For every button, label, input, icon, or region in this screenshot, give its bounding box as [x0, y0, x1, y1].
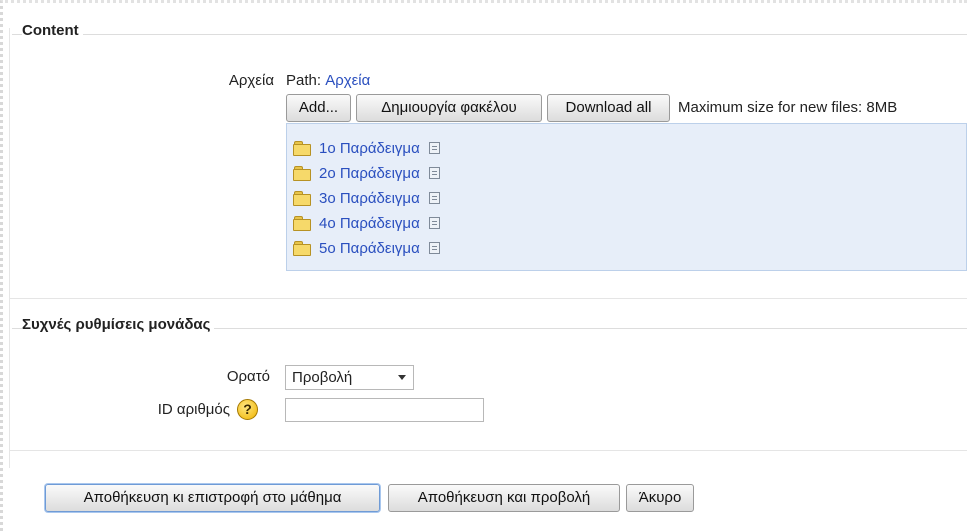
folder-name[interactable]: 2ο Παράδειγμα	[319, 165, 420, 182]
content-heading: Content	[22, 22, 83, 39]
id-number-label: ID αριθμός	[157, 401, 230, 418]
filemanager-area[interactable]: 1ο Παράδειγμα 2ο Παράδειγμα 3ο Παράδειγμ…	[286, 123, 967, 271]
context-menu-icon[interactable]	[428, 217, 440, 229]
help-icon[interactable]: ?	[237, 399, 258, 420]
chevron-down-icon	[398, 375, 406, 380]
folder-icon	[293, 141, 311, 156]
section-divider	[10, 298, 967, 299]
visible-label: Ορατό	[226, 368, 270, 385]
create-folder-button[interactable]: Δημιουργία φακέλου	[356, 94, 542, 122]
visible-select-value: Προβολή	[292, 369, 353, 386]
context-menu-icon[interactable]	[428, 142, 440, 154]
section-divider	[10, 450, 967, 451]
folder-icon	[293, 166, 311, 181]
file-list-item[interactable]: 3ο Παράδειγμα	[293, 187, 440, 209]
folder-name[interactable]: 1ο Παράδειγμα	[319, 140, 420, 157]
max-size-text: Maximum size for new files: 8MB	[678, 99, 898, 116]
folder-icon	[293, 241, 311, 256]
download-all-button[interactable]: Download all	[547, 94, 670, 122]
save-and-display-button[interactable]: Αποθήκευση και προβολή	[388, 484, 620, 512]
context-menu-icon[interactable]	[428, 192, 440, 204]
save-and-return-button[interactable]: Αποθήκευση κι επιστροφή στο μάθημα	[45, 484, 380, 512]
folder-icon	[293, 216, 311, 231]
file-list-item[interactable]: 2ο Παράδειγμα	[293, 162, 440, 184]
cancel-button[interactable]: Άκυρο	[626, 484, 694, 512]
content-legend-line	[12, 34, 967, 35]
file-list-item[interactable]: 5ο Παράδειγμα	[293, 237, 440, 259]
path-prefix: Path:	[286, 72, 322, 89]
folder-icon	[293, 191, 311, 206]
fieldset-left-border	[9, 28, 10, 468]
files-label: Αρχεία	[228, 72, 274, 89]
folder-name[interactable]: 5ο Παράδειγμα	[319, 240, 420, 257]
common-settings-heading: Συχνές ρυθμίσεις μονάδας	[22, 316, 215, 333]
context-menu-icon[interactable]	[428, 167, 440, 179]
path-link[interactable]: Αρχεία	[325, 72, 370, 89]
file-list-item[interactable]: 4ο Παράδειγμα	[293, 212, 440, 234]
id-number-input[interactable]	[285, 398, 484, 422]
add-file-button[interactable]: Add...	[286, 94, 351, 122]
filemanager-path: Path: Αρχεία	[286, 72, 370, 89]
visible-select[interactable]: Προβολή	[285, 365, 414, 390]
folder-name[interactable]: 3ο Παράδειγμα	[319, 190, 420, 207]
folder-name[interactable]: 4ο Παράδειγμα	[319, 215, 420, 232]
context-menu-icon[interactable]	[428, 242, 440, 254]
file-list-item[interactable]: 1ο Παράδειγμα	[293, 137, 440, 159]
